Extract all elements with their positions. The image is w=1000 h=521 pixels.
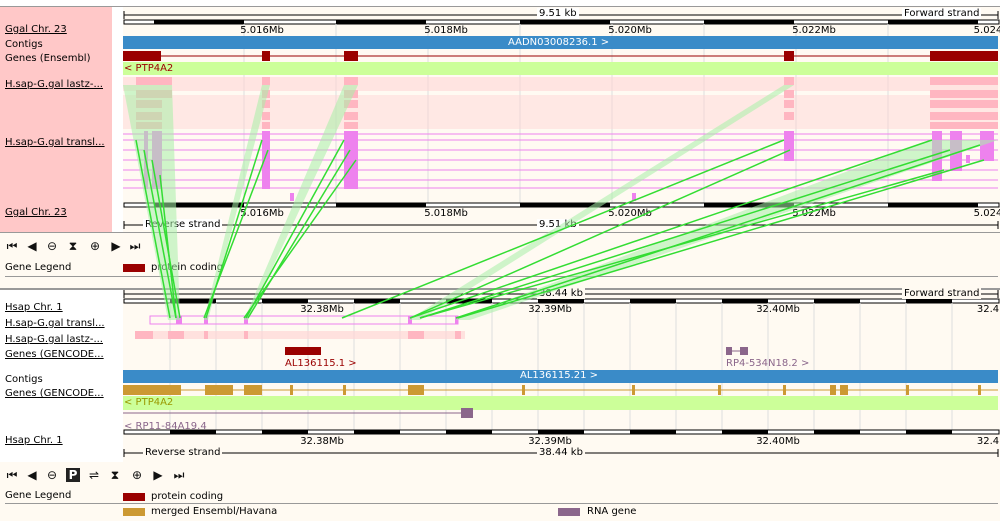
top-contig-label[interactable]: AADN03008236.1 > <box>508 37 609 48</box>
top-legend-title: Gene Legend <box>5 262 72 273</box>
bottom-span-label-bottom: 38.44 kb <box>537 447 585 458</box>
bottom-nav-bar <box>0 462 1000 488</box>
bottom-span-label: 38.44 kb <box>537 288 585 299</box>
top-legend-swatch-protein-coding <box>123 264 145 272</box>
bottom-tick-4: 32.4 <box>976 304 1000 315</box>
bottom-bottom-tick-2: 32.39Mb <box>528 436 572 447</box>
bottom-tracks-svg <box>123 290 1000 457</box>
top-legend-protein-coding: protein coding <box>151 262 224 273</box>
top-scroll-left-icon[interactable]: ◀ <box>25 239 39 253</box>
bottom-realign-icon[interactable]: ⧗ <box>108 468 122 482</box>
top-realign-icon[interactable]: ⧗ <box>66 239 80 253</box>
bottom-bottom-tick-1: 32.38Mb <box>300 436 344 447</box>
bottom-p-icon[interactable]: P <box>66 468 80 482</box>
top-tick-4: 5.022Mb <box>792 25 836 36</box>
bottom-scroll-right-icon[interactable]: ▶ <box>151 468 165 482</box>
top-bottom-tick-2: 5.018Mb <box>424 208 468 219</box>
top-tick-5: 5.024 <box>973 25 1000 36</box>
top-tracks-svg <box>123 11 1000 229</box>
bottom-reverse-strand: Reverse strand <box>143 447 223 458</box>
top-reverse-strand: Reverse strand <box>143 219 223 230</box>
bottom-legend-protein-coding: protein coding <box>151 491 224 502</box>
bottom-tick-1: 32.38Mb <box>300 304 344 315</box>
bottom-legend-swatch-rna <box>558 508 580 516</box>
top-bottom-tick-1: 5.016Mb <box>240 208 284 219</box>
bottom-legend-merged: merged Ensembl/Havana <box>151 506 278 517</box>
top-scroll-far-left-icon[interactable]: ⏮ <box>5 239 19 253</box>
bottom-tick-2: 32.39Mb <box>528 304 572 315</box>
bottom-bottom-tick-3: 32.40Mb <box>756 436 800 447</box>
bottom-legend-line <box>5 503 998 504</box>
top-scroll-far-right-icon[interactable]: ⏭ <box>128 239 142 253</box>
bottom-gene-fwd-2-label[interactable]: RP4-534N18.2 > <box>726 358 809 369</box>
top-tick-3: 5.020Mb <box>608 25 652 36</box>
bottom-scroll-left-icon[interactable]: ◀ <box>25 468 39 482</box>
bottom-gene-rev-1-label[interactable]: < PTP4A2 <box>124 397 173 408</box>
bottom-legend-swatch-merged <box>123 508 145 516</box>
bottom-contig-label[interactable]: AL136115.21 > <box>520 370 598 381</box>
bottom-scroll-far-left-icon[interactable]: ⏮ <box>5 468 19 482</box>
top-forward-strand: Forward strand <box>902 8 982 19</box>
top-scroll-right-icon[interactable]: ▶ <box>109 239 123 253</box>
bottom-legend-title: Gene Legend <box>5 490 72 501</box>
bottom-gene-rev-2-label[interactable]: < RP11-84A19.4 <box>124 421 207 432</box>
top-zoom-out-icon[interactable]: ⊖ <box>45 239 59 253</box>
bottom-scroll-far-right-icon[interactable]: ⏭ <box>172 468 186 482</box>
bottom-legend-panel <box>0 487 1000 521</box>
top-gene-label[interactable]: < PTP4A2 <box>124 63 173 74</box>
top-tick-2: 5.018Mb <box>424 25 468 36</box>
top-tick-1: 5.016Mb <box>240 25 284 36</box>
top-legend-line <box>5 276 998 277</box>
bottom-forward-strand: Forward strand <box>902 288 982 299</box>
top-bottom-tick-5: 5.024 <box>973 208 1000 219</box>
top-span-label-bottom: 9.51 kb <box>537 219 579 230</box>
bottom-legend-swatch-protein-coding <box>123 493 145 501</box>
bottom-bottom-tick-4: 32.4 <box>976 436 1000 447</box>
top-zoom-in-icon[interactable]: ⊕ <box>88 239 102 253</box>
top-span-label: 9.51 kb <box>537 8 579 19</box>
bottom-zoom-out-icon[interactable]: ⊖ <box>45 468 59 482</box>
bottom-zoom-in-icon[interactable]: ⊕ <box>130 468 144 482</box>
top-nav-bar <box>0 233 1000 259</box>
bottom-legend-rna: RNA gene <box>587 506 637 517</box>
top-bottom-tick-4: 5.022Mb <box>792 208 836 219</box>
bottom-flip-icon[interactable]: ⇌ <box>87 468 101 482</box>
bottom-tick-3: 32.40Mb <box>756 304 800 315</box>
top-bottom-tick-3: 5.020Mb <box>608 208 652 219</box>
bottom-gene-fwd-1-label[interactable]: AL136115.1 > <box>285 358 357 369</box>
